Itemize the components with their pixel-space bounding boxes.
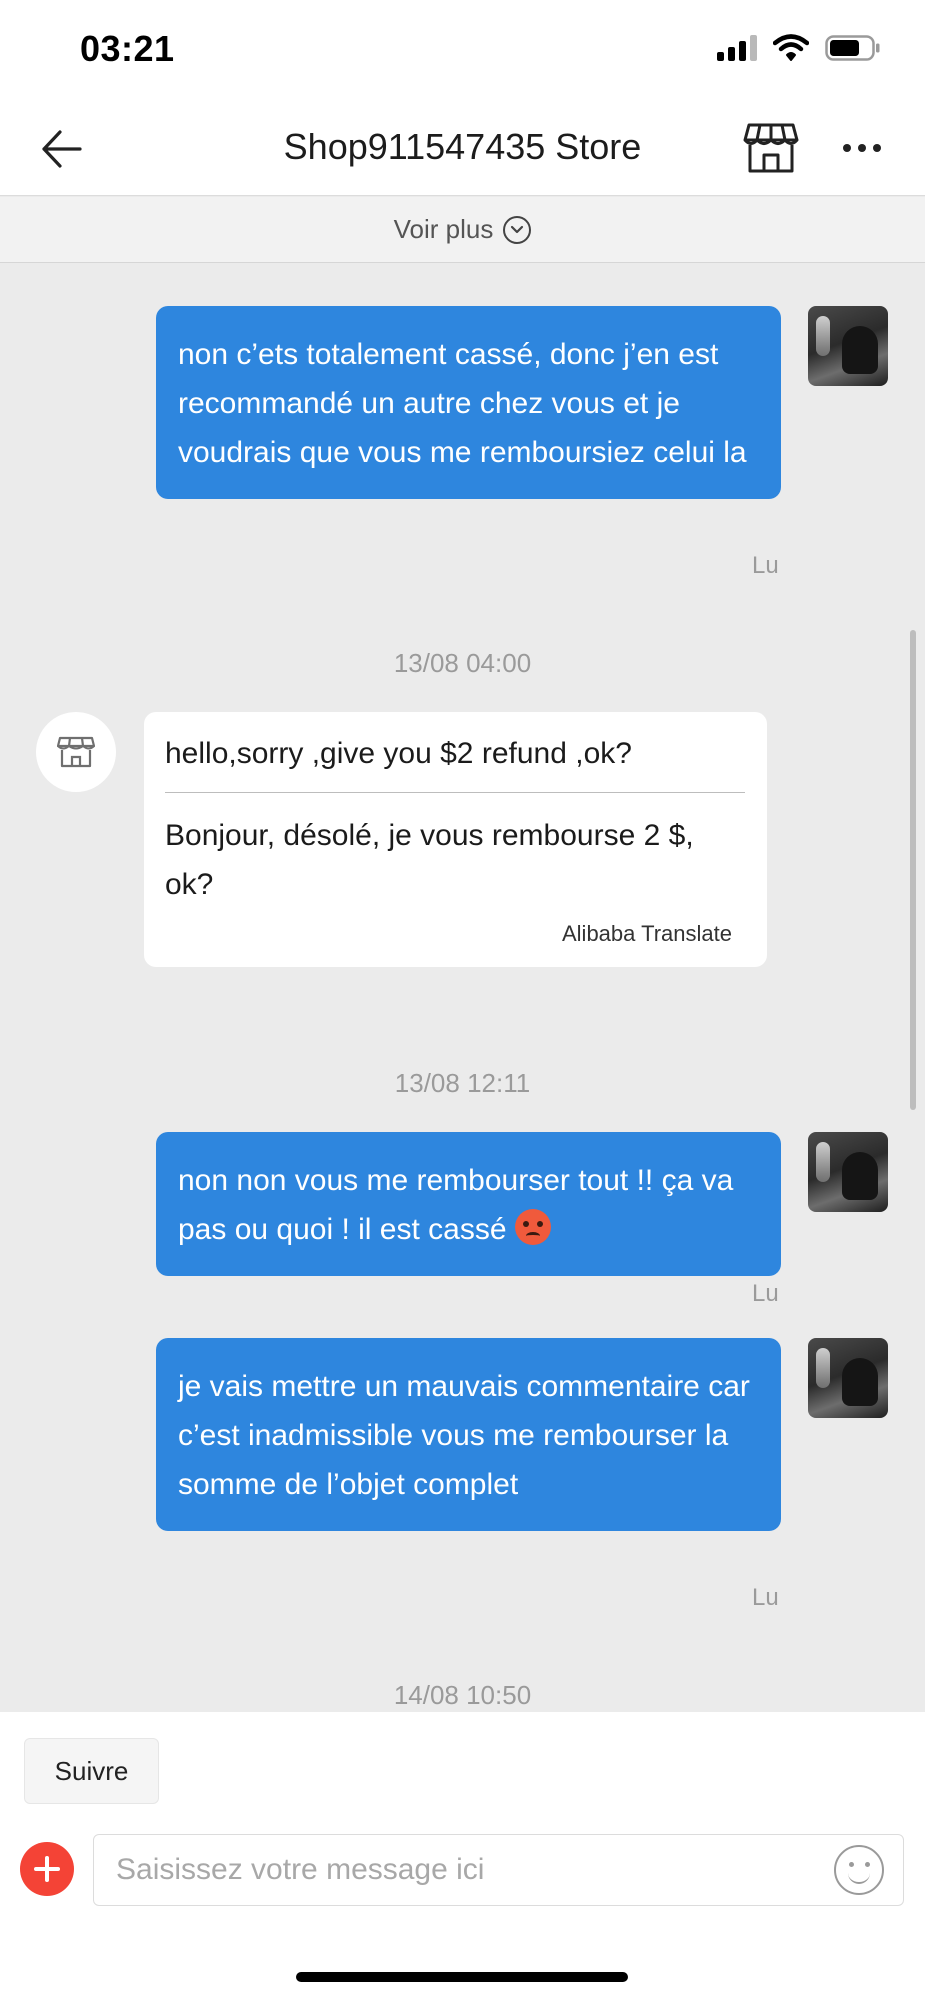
plus-circle-icon[interactable] [20, 1842, 74, 1896]
home-indicator[interactable] [296, 1972, 628, 1982]
message-text: je vais mettre un mauvais commentaire ca… [178, 1370, 750, 1501]
chat-scrollbar[interactable] [910, 630, 916, 1110]
back-button[interactable] [36, 122, 90, 176]
chevron-down-circle-icon [503, 215, 532, 244]
more-options-button[interactable] [834, 128, 890, 168]
shop-avatar[interactable] [36, 712, 116, 792]
message-input-field[interactable] [93, 1834, 904, 1906]
arrow-left-icon [42, 130, 82, 168]
user-avatar [808, 306, 888, 386]
chat-area[interactable]: non c’ets totalement cassé, donc j’en es… [0, 196, 925, 1712]
outgoing-message[interactable]: non c’ets totalement cassé, donc j’en es… [156, 306, 781, 499]
read-status: Lu [752, 552, 779, 579]
smiley-icon[interactable] [834, 1845, 884, 1895]
angry-face-emoji-icon [514, 1209, 551, 1245]
translated-text: Bonjour, désolé, je vous rembourse 2 $, … [165, 819, 694, 901]
message-input[interactable] [116, 1835, 816, 1905]
message-timestamp: 13/08 12:11 [394, 1068, 531, 1098]
more-horizontal-icon [843, 144, 851, 152]
wifi-icon [773, 34, 809, 61]
status-icons [717, 34, 881, 62]
load-more-label: Voir plus [393, 214, 494, 244]
incoming-message[interactable]: hello,sorry ,give you $2 refund ,ok? Bon… [144, 712, 767, 967]
message-timestamp: 14/08 10:50 [393, 1680, 532, 1710]
message-text: non non vous me rembourser tout !! ça va… [178, 1164, 734, 1246]
user-avatar [808, 1338, 888, 1418]
cellular-signal-icon [717, 35, 757, 61]
battery-icon [825, 35, 880, 61]
read-status: Lu [752, 1584, 779, 1611]
page-title: Shop911547435 Store [283, 126, 642, 167]
chat-header: Shop911547435 Store [0, 100, 925, 196]
composer-panel: Suivre [0, 1712, 925, 2000]
outgoing-message[interactable]: je vais mettre un mauvais commentaire ca… [156, 1338, 781, 1531]
follow-button[interactable]: Suivre [24, 1738, 159, 1804]
user-avatar [808, 1132, 888, 1212]
status-time: 03:21 [80, 28, 175, 69]
status-bar: 03:21 [0, 0, 925, 100]
message-timestamp: 13/08 04:00 [393, 648, 532, 678]
translation-credit: Alibaba Translate [562, 921, 732, 946]
load-more-bar[interactable]: Voir plus [0, 197, 925, 263]
original-text: hello,sorry ,give you $2 refund ,ok? [165, 734, 745, 793]
storefront-icon [743, 123, 799, 173]
store-button[interactable] [742, 120, 800, 176]
outgoing-message[interactable]: non non vous me rembourser tout !! ça va… [156, 1132, 781, 1276]
message-text: non c’ets totalement cassé, donc j’en es… [178, 338, 747, 469]
read-status: Lu [752, 1280, 779, 1307]
shop-logo-icon [57, 736, 95, 768]
